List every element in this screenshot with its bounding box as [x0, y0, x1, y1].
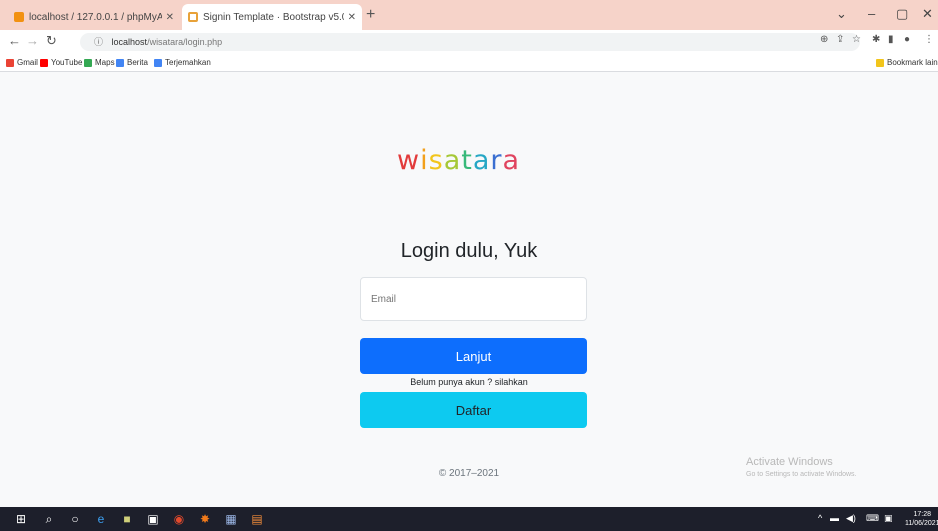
bootstrap-favicon-icon: [188, 12, 198, 22]
bookmarks-bar: Gmail YouTube Maps Berita Terjemahkan Bo…: [0, 54, 938, 72]
app-icon[interactable]: ▦: [224, 512, 238, 526]
browser-toolbar: ← → ↻ ⓘ localhost/wisatara/login.php ⊕ ⇪…: [0, 30, 938, 54]
signup-hint: Belum punya akun ? silahkan: [410, 377, 528, 387]
logo-letter: a: [472, 145, 491, 176]
windows-start-icon[interactable]: ⊞: [14, 512, 28, 526]
search-icon[interactable]: ⌕: [42, 512, 56, 526]
wisatara-logo: wisatara: [397, 145, 520, 176]
tab-phpmyadmin[interactable]: localhost / 127.0.0.1 / phpMyAdmin ✕: [8, 4, 180, 30]
logo-letter: a: [502, 145, 521, 176]
menu-kebab-icon[interactable]: ⋮: [924, 34, 934, 45]
logo-letter: r: [490, 145, 503, 176]
bookmark-label: Bookmark lain: [887, 58, 938, 67]
task-view-icon[interactable]: ○: [68, 512, 82, 526]
bookmark-berita[interactable]: Berita: [116, 58, 148, 67]
daftar-button[interactable]: Daftar: [360, 392, 587, 428]
logo-letter: t: [461, 145, 473, 176]
tab-signin[interactable]: Signin Template · Bootstrap v5.0 ✕: [182, 4, 362, 30]
chrome-icon[interactable]: ◉: [172, 512, 186, 526]
maximize-icon[interactable]: ▢: [896, 6, 908, 22]
watermark-subtitle: Go to Settings to activate Windows.: [746, 471, 857, 478]
back-arrow-icon[interactable]: ←: [8, 33, 21, 48]
share-icon[interactable]: ⇪: [836, 34, 844, 45]
bookmark-label: YouTube: [51, 58, 83, 67]
url-path: /wisatara/login.php: [147, 37, 223, 47]
clock-date: 11/06/2021: [905, 520, 938, 527]
logo-letter: s: [428, 145, 444, 176]
tab-search-icon[interactable]: ⌄: [836, 6, 847, 22]
volume-icon[interactable]: ◀): [846, 513, 856, 524]
activate-windows-watermark: Activate Windows Go to Settings to activ…: [746, 456, 857, 478]
store-icon[interactable]: ▣: [146, 512, 160, 526]
reading-list-icon[interactable]: ▮: [888, 34, 894, 45]
phpmyadmin-favicon-icon: [14, 12, 24, 22]
address-bar[interactable]: ⓘ localhost/wisatara/login.php: [80, 33, 860, 51]
logo-letter: a: [443, 145, 462, 176]
battery-icon[interactable]: ▬: [830, 513, 839, 523]
bookmark-label: Gmail: [17, 58, 38, 67]
minimize-icon[interactable]: –: [868, 6, 875, 21]
new-tab-button[interactable]: +: [366, 6, 375, 24]
logo-letter: w: [397, 145, 421, 176]
folder-icon: [876, 58, 884, 67]
bookmark-other[interactable]: Bookmark lain: [876, 58, 938, 67]
maps-icon: [84, 58, 92, 67]
gmail-icon: [6, 58, 14, 67]
bookmark-label: Berita: [127, 58, 148, 67]
profile-avatar-icon[interactable]: ●: [904, 34, 910, 45]
sublime-icon[interactable]: ▤: [250, 512, 264, 526]
bookmark-gmail[interactable]: Gmail: [6, 58, 38, 67]
bookmark-terjemahkan[interactable]: Terjemahkan: [154, 58, 211, 67]
bookmark-maps[interactable]: Maps: [84, 58, 115, 67]
news-icon: [116, 58, 124, 67]
close-tab-icon[interactable]: ✕: [166, 12, 174, 23]
tab-label: localhost / 127.0.0.1 / phpMyAdmin: [29, 11, 162, 23]
translate-icon: [154, 58, 162, 67]
star-bookmark-icon[interactable]: ☆: [852, 34, 861, 45]
extension-icon[interactable]: ✱: [872, 34, 880, 45]
file-explorer-icon[interactable]: ■: [120, 512, 134, 526]
bookmark-label: Maps: [95, 58, 115, 67]
clock[interactable]: 17:28 11/06/2021: [905, 510, 938, 528]
windows-taskbar: ⊞ ⌕ ○ e ■ ▣ ◉ ✸ ▦ ▤ ^ ▬ ◀) ⌨ ▣ 17:28 11/…: [0, 507, 938, 531]
bookmark-label: Terjemahkan: [165, 58, 211, 67]
bookmark-youtube[interactable]: YouTube: [40, 58, 82, 67]
translate-icon[interactable]: ⊕: [820, 34, 828, 45]
close-window-icon[interactable]: ✕: [922, 6, 933, 22]
reload-icon[interactable]: ↻: [46, 33, 57, 49]
email-input[interactable]: [360, 277, 587, 321]
xampp-icon[interactable]: ✸: [198, 512, 212, 526]
browser-tab-strip: localhost / 127.0.0.1 / phpMyAdmin ✕ Sig…: [0, 0, 938, 30]
watermark-title: Activate Windows: [746, 456, 833, 468]
lanjut-button[interactable]: Lanjut: [360, 338, 587, 374]
forward-arrow-icon[interactable]: →: [26, 33, 39, 48]
site-info-icon[interactable]: ⓘ: [94, 37, 103, 47]
page-title: Login dulu, Yuk: [400, 240, 538, 262]
url-host: localhost: [111, 37, 148, 47]
language-icon[interactable]: ⌨: [866, 513, 879, 524]
edge-icon[interactable]: e: [94, 512, 108, 526]
clock-time: 17:28: [913, 511, 932, 518]
close-tab-icon[interactable]: ✕: [348, 12, 356, 23]
tab-label: Signin Template · Bootstrap v5.0: [203, 11, 344, 23]
logo-letter: i: [420, 145, 429, 176]
page-content: wisatara Login dulu, Yuk Lanjut Belum pu…: [0, 72, 938, 507]
youtube-icon: [40, 58, 48, 67]
notification-icon[interactable]: ▣: [884, 513, 893, 524]
tray-chevron-icon[interactable]: ^: [818, 513, 822, 523]
